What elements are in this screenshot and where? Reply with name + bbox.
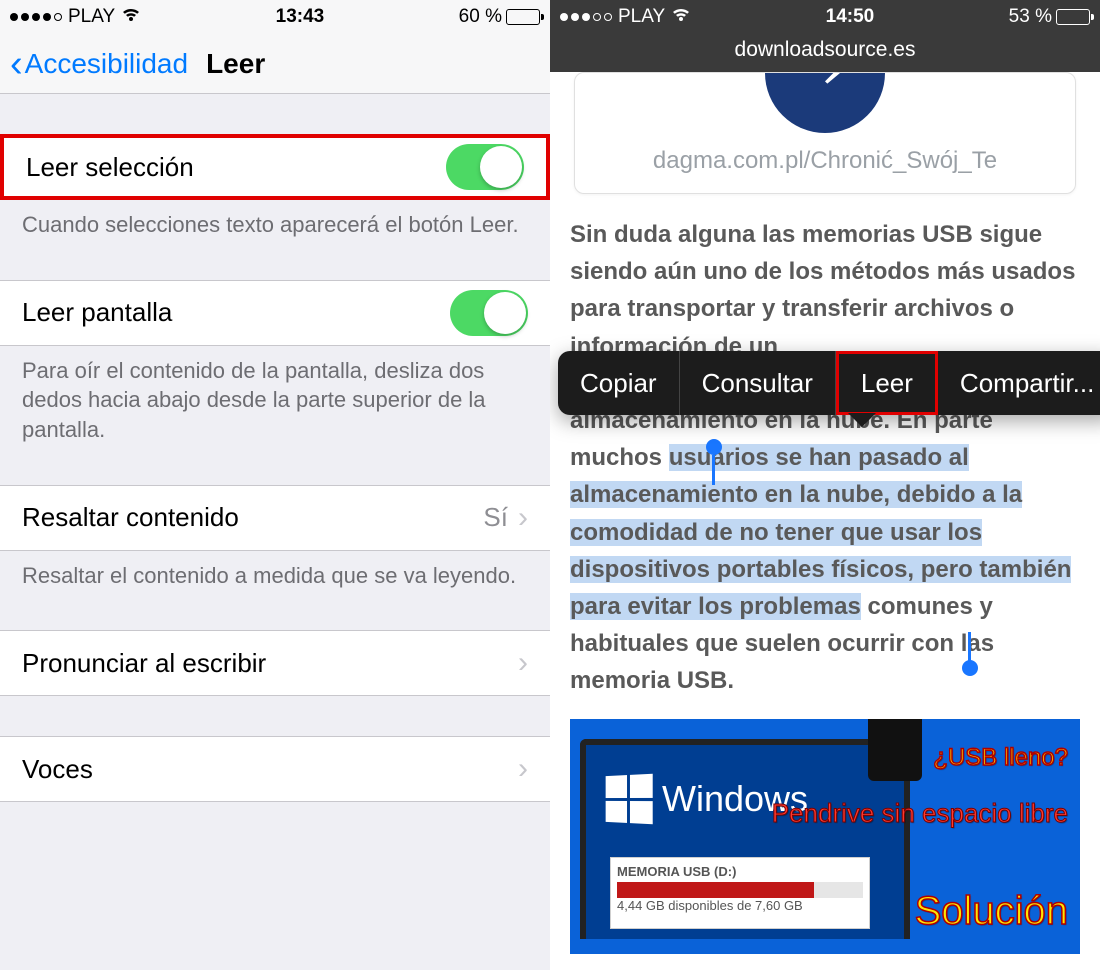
promo-usb-full: ¿USB lleno? [933,745,1068,771]
battery-pct: 53 % [1009,6,1052,28]
row-label: Voces [22,754,93,785]
footer-read-selection: Cuando selecciones texto aparecerá el bo… [0,200,550,240]
status-bar: PLAY 14:50 53 % [550,0,1100,34]
battery-icon [506,9,540,25]
article-body[interactable]: Sin duda alguna las memorias USB sigue s… [570,216,1080,699]
clock: 13:43 [276,6,325,28]
menu-copy[interactable]: Copiar [558,351,680,415]
windows-logo-icon [606,774,653,825]
ad-card[interactable]: dagma.com.pl/Chronić_Swój_Te [574,72,1076,194]
toggle-read-screen[interactable] [450,290,528,336]
back-label: Accesibilidad [25,48,188,80]
wifi-icon [121,7,141,28]
menu-lookup[interactable]: Consultar [680,351,836,415]
text-context-menu: Copiar Consultar Leer Compartir... [558,351,1100,415]
url-text: downloadsource.es [735,38,916,61]
back-button[interactable]: ‹ Accesibilidad [10,45,188,83]
menu-pointer-icon [848,413,876,427]
safari-screen: PLAY 14:50 53 % downloadsource.es dagma.… [550,0,1100,970]
nav-header: ‹ Accesibilidad Leer [0,34,550,94]
row-label: Leer pantalla [22,297,172,328]
wifi-icon [671,7,691,28]
chevron-right-icon: › [518,501,528,535]
selection-handle-end-icon[interactable] [962,660,978,676]
selection-bar-start [712,455,715,485]
settings-screen: PLAY 13:43 60 % ‹ Accesibilidad Leer Lee… [0,0,550,970]
address-bar[interactable]: downloadsource.es [550,34,1100,72]
row-read-screen[interactable]: Leer pantalla [0,280,550,346]
menu-share[interactable]: Compartir... [938,351,1100,415]
footer-highlight: Resaltar el contenido a medida que se va… [0,551,550,591]
row-label: Pronunciar al escribir [22,648,266,679]
usb-stick-icon [868,719,922,781]
row-label: Leer selección [26,152,194,183]
chevron-right-icon: › [518,752,528,786]
row-read-selection[interactable]: Leer selección [0,134,550,200]
chevron-left-icon: ‹ [10,45,23,83]
disk-free: 4,44 GB disponibles de 7,60 GB [617,898,863,913]
menu-read[interactable]: Leer [836,351,938,415]
footer-read-screen: Para oír el contenido de la pantalla, de… [0,346,550,445]
selection-handle-start-icon[interactable] [706,439,722,455]
row-pronounce-typing[interactable]: Pronunciar al escribir › [0,630,550,696]
carrier-label: PLAY [618,6,665,28]
row-highlight-content[interactable]: Resaltar contenido Sí › [0,485,550,551]
row-value: Sí [483,502,508,533]
carrier-label: PLAY [68,6,115,28]
selection-bar-end [968,632,971,662]
ad-arrow-icon [765,72,885,133]
toggle-read-selection[interactable] [446,144,524,190]
status-bar: PLAY 13:43 60 % [0,0,550,34]
promo-pendrive: Pendrive sin espacio libre [772,799,1068,828]
chevron-right-icon: › [518,646,528,680]
row-label: Resaltar contenido [22,502,239,533]
text-pre: Sin duda alguna las memorias USB sigue s… [570,221,1075,360]
article-image: Windows MEMORIA USB (D:) 4,44 GB disponi… [570,719,1080,954]
row-voices[interactable]: Voces › [0,736,550,802]
signal-dots-icon [560,13,612,21]
page-title: Leer [206,48,265,80]
battery-icon [1056,9,1090,25]
ad-url: dagma.com.pl/Chronić_Swój_Te [575,147,1075,175]
clock: 14:50 [826,6,875,28]
signal-dots-icon [10,13,62,21]
promo-solution: Solución [915,889,1068,933]
battery-pct: 60 % [459,6,502,28]
disk-name: MEMORIA USB (D:) [617,864,863,879]
disk-card: MEMORIA USB (D:) 4,44 GB disponibles de … [610,857,870,929]
